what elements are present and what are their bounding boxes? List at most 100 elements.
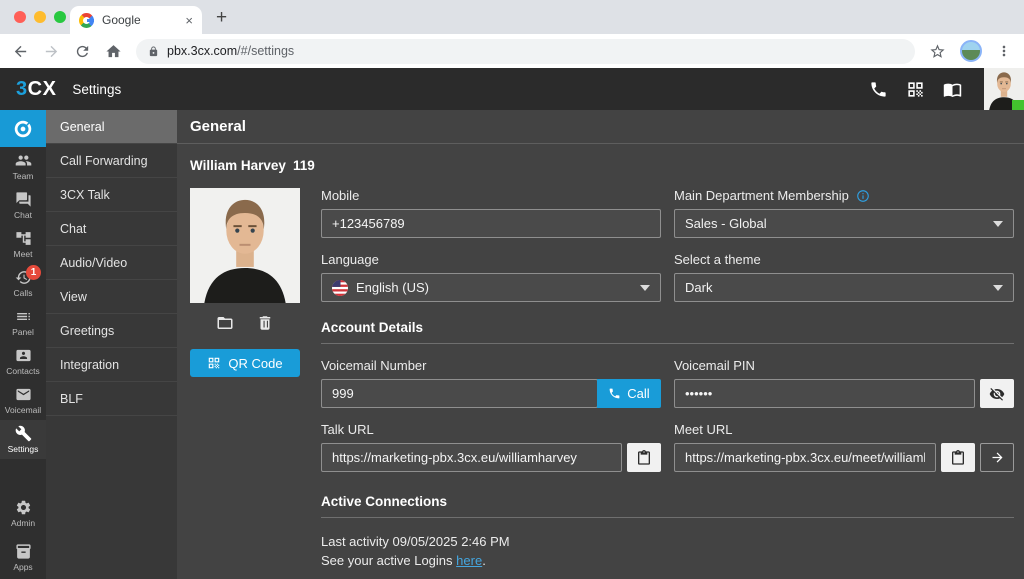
voicemail-pin-group: Voicemail PIN — [674, 358, 1014, 408]
active-connections-header: Active Connections — [321, 494, 1014, 518]
qr-glyph-icon — [207, 356, 221, 370]
rail-item-admin[interactable]: Admin — [0, 491, 46, 535]
rail-item-voicemail[interactable]: Voicemail — [0, 381, 46, 420]
profile-column: QR Code — [190, 188, 300, 570]
talk-url-label: Talk URL — [321, 422, 661, 437]
app-title: Settings — [72, 82, 121, 97]
main-content: General William Harvey119 — [177, 110, 1024, 579]
sidebar-item-call-forwarding[interactable]: Call Forwarding — [46, 144, 177, 178]
toggle-pin-visibility-button[interactable] — [980, 379, 1014, 408]
panel-icon — [15, 308, 32, 325]
wrench-icon — [15, 425, 32, 442]
sidebar-item-3cx-talk[interactable]: 3CX Talk — [46, 178, 177, 212]
rail-item-meet[interactable]: Meet — [0, 225, 46, 264]
clipboard-icon — [636, 450, 652, 466]
call-voicemail-button[interactable]: Call — [597, 379, 661, 408]
rail-item-contacts[interactable]: Contacts — [0, 342, 46, 381]
sidebar-item-integration[interactable]: Integration — [46, 348, 177, 382]
docs-book-icon[interactable] — [943, 80, 962, 99]
google-favicon-icon — [79, 13, 94, 28]
app-header: 3CX Settings — [0, 68, 1024, 110]
new-tab-button[interactable]: + — [216, 6, 227, 30]
admin-gear-icon — [15, 499, 32, 516]
rail-item-team[interactable]: Team — [0, 147, 46, 186]
active-logins-link[interactable]: here — [456, 553, 482, 568]
qr-code-icon[interactable] — [906, 80, 925, 99]
sidebar-item-blf[interactable]: BLF — [46, 382, 177, 416]
browser-profile-avatar[interactable] — [960, 40, 982, 62]
theme-label: Select a theme — [674, 252, 1014, 267]
qr-code-button[interactable]: QR Code — [190, 349, 300, 377]
settings-sidebar: General Call Forwarding 3CX Talk Chat Au… — [46, 110, 177, 579]
chevron-down-icon — [993, 285, 1003, 291]
browser-tab[interactable]: Google × — [70, 6, 202, 34]
3cx-swirl-icon — [12, 118, 34, 140]
tab-close-icon[interactable]: × — [185, 13, 193, 28]
tab-title: Google — [102, 13, 177, 27]
photo-actions — [190, 314, 300, 332]
user-avatar[interactable] — [984, 68, 1024, 110]
voicemail-icon — [15, 386, 32, 403]
open-meet-url-button[interactable] — [980, 443, 1014, 472]
browser-toolbar: pbx.3cx.com/#/settings — [0, 34, 1024, 68]
active-connections-block: Last activity 09/05/2025 2:46 PM See you… — [321, 532, 1014, 570]
mobile-field-group: Mobile — [321, 188, 661, 238]
rail-item-apps[interactable]: Apps — [0, 535, 46, 579]
arrow-right-icon — [990, 450, 1005, 465]
browser-tab-strip: Google × + — [0, 0, 1024, 34]
meet-url-input[interactable] — [674, 443, 936, 472]
upload-folder-icon[interactable] — [216, 314, 234, 332]
rail-item-calls[interactable]: Calls 1 — [0, 264, 46, 303]
rail-item-chat[interactable]: Chat — [0, 186, 46, 225]
rail-item-panel[interactable]: Panel — [0, 303, 46, 342]
rail-item-settings[interactable]: Settings — [0, 420, 46, 459]
language-select[interactable]: English (US) — [321, 273, 661, 302]
home-icon[interactable] — [105, 43, 122, 60]
reload-icon[interactable] — [74, 43, 91, 60]
dialer-phone-icon[interactable] — [869, 80, 888, 99]
department-field-group: Main Department Membership Sales - Globa… — [674, 188, 1014, 238]
department-select[interactable]: Sales - Global — [674, 209, 1014, 238]
voicemail-number-input[interactable] — [321, 379, 598, 408]
presence-status — [1012, 100, 1024, 110]
talk-url-input[interactable] — [321, 443, 622, 472]
copy-meet-url-button[interactable] — [941, 443, 975, 472]
3cx-logo: 3CX — [16, 78, 56, 101]
active-logins-line: See your active Logins here. — [321, 551, 1014, 570]
forward-icon[interactable] — [43, 43, 60, 60]
sidebar-item-general[interactable]: General — [46, 110, 177, 144]
sidebar-item-greetings[interactable]: Greetings — [46, 314, 177, 348]
lock-icon — [148, 46, 159, 57]
address-bar[interactable]: pbx.3cx.com/#/settings — [136, 39, 915, 64]
theme-select[interactable]: Dark — [674, 273, 1014, 302]
mobile-input[interactable] — [321, 209, 661, 238]
language-field-group: Language English (US) — [321, 252, 661, 302]
voicemail-number-label: Voicemail Number — [321, 358, 661, 373]
account-details-header: Account Details — [321, 320, 1014, 344]
window-close-button[interactable] — [14, 11, 26, 23]
apps-box-icon — [15, 543, 32, 560]
browser-menu-icon[interactable] — [996, 43, 1012, 59]
sidebar-item-audio-video[interactable]: Audio/Video — [46, 246, 177, 280]
talk-url-group: Talk URL — [321, 422, 661, 472]
window-minimize-button[interactable] — [34, 11, 46, 23]
voicemail-pin-input[interactable] — [674, 379, 975, 408]
mobile-label: Mobile — [321, 188, 661, 203]
team-icon — [15, 152, 32, 169]
clipboard-icon — [950, 450, 966, 466]
theme-field-group: Select a theme Dark — [674, 252, 1014, 302]
window-maximize-button[interactable] — [54, 11, 66, 23]
copy-talk-url-button[interactable] — [627, 443, 661, 472]
bookmark-star-icon[interactable] — [929, 43, 946, 60]
rail-3cx-logo-tile[interactable] — [0, 110, 46, 147]
delete-trash-icon[interactable] — [256, 314, 274, 332]
voicemail-number-group: Voicemail Number Call — [321, 358, 661, 408]
sidebar-item-chat[interactable]: Chat — [46, 212, 177, 246]
info-icon[interactable] — [856, 189, 870, 203]
back-icon[interactable] — [12, 43, 29, 60]
meet-url-group: Meet URL — [674, 422, 1014, 472]
icon-rail: Team Chat Meet Calls 1 Panel Contacts Vo… — [0, 110, 46, 579]
sidebar-item-view[interactable]: View — [46, 280, 177, 314]
department-label: Main Department Membership — [674, 188, 1014, 203]
url-text: pbx.3cx.com/#/settings — [167, 44, 294, 58]
